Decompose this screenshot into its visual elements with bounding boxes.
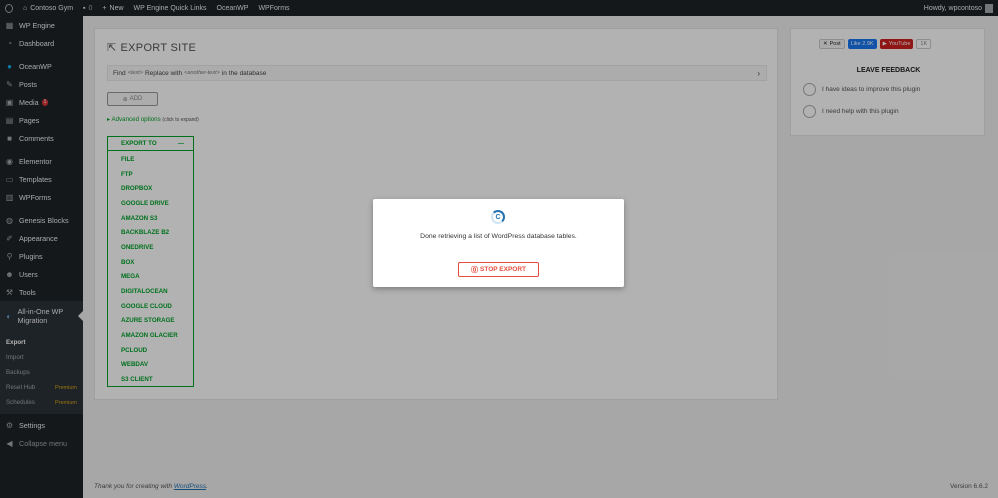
export-progress-modal: C Done retrieving a list of WordPress da… xyxy=(373,199,624,287)
loading-spinner-icon: C xyxy=(491,210,505,224)
stop-export-button[interactable]: ⓪ STOP EXPORT xyxy=(458,262,539,277)
progress-message: Done retrieving a list of WordPress data… xyxy=(420,233,577,240)
modal-overlay: C Done retrieving a list of WordPress da… xyxy=(0,0,998,498)
stop-icon: ⓪ xyxy=(471,266,478,274)
